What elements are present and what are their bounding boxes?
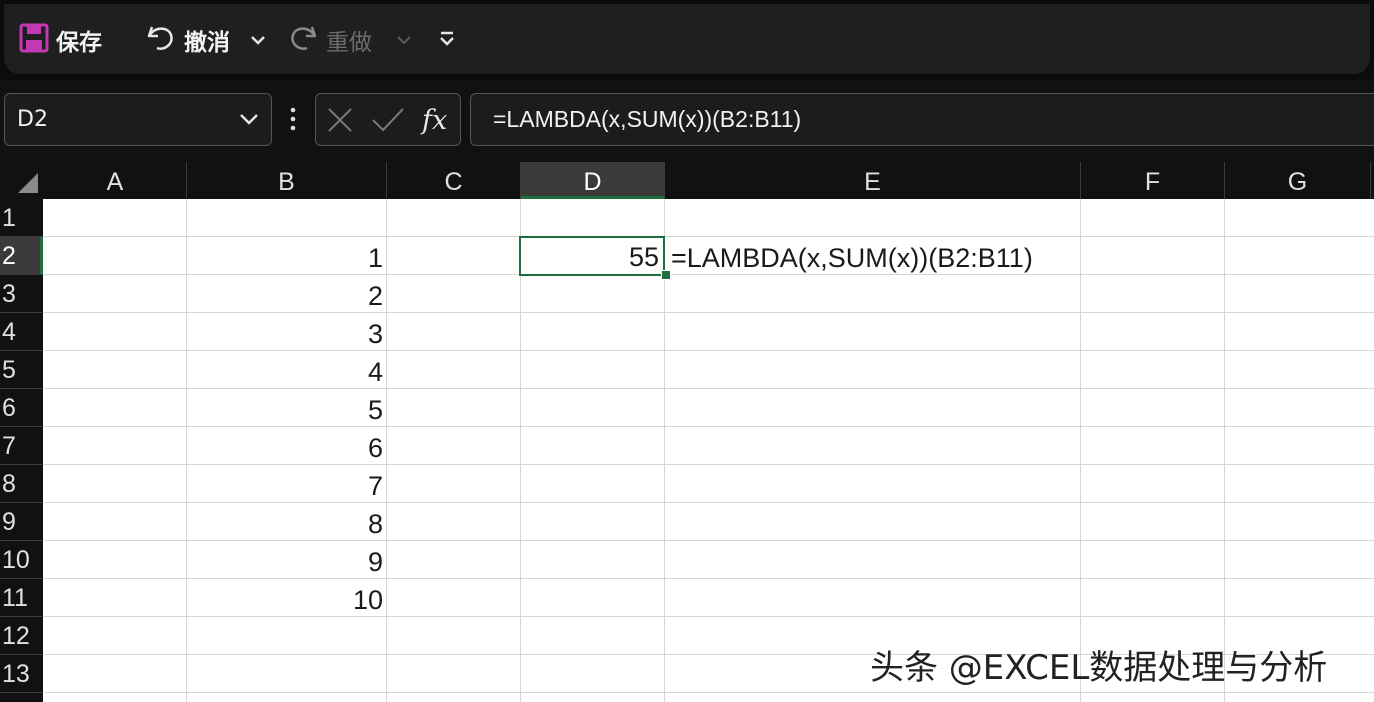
svg-text:fx: fx (420, 105, 447, 136)
save-button[interactable]: 保存 (18, 18, 102, 62)
fill-handle[interactable] (661, 270, 671, 280)
redo-dropdown[interactable] (396, 18, 412, 62)
cell-b6[interactable]: 5 (243, 391, 383, 429)
redo-label: 重做 (326, 30, 372, 56)
cell-e2[interactable]: =LAMBDA(x,SUM(x))(B2:B11) (671, 239, 1033, 277)
undo-label: 撤消 (184, 30, 230, 56)
select-all-corner[interactable] (0, 162, 44, 199)
save-label: 保存 (56, 30, 102, 56)
cell-d2-value: 55 (628, 242, 659, 272)
cell-b8[interactable]: 7 (243, 467, 383, 505)
cell-b11[interactable]: 10 (243, 581, 383, 619)
chevron-down-icon (250, 30, 266, 51)
column-header-a[interactable]: A (44, 162, 187, 199)
undo-dropdown[interactable] (250, 18, 266, 62)
column-header-f[interactable]: F (1081, 162, 1225, 199)
cell-b9[interactable]: 8 (243, 505, 383, 543)
formula-bar-row: D2 fx =LAMBDA(x,SUM(x))(B2:B11) (0, 80, 1374, 160)
cell-b3[interactable]: 2 (243, 277, 383, 315)
quick-access-toolbar: 保存 撤消 重做 (0, 0, 1374, 80)
redo-icon (286, 21, 320, 59)
row-header-11[interactable]: 11 (0, 579, 43, 617)
active-cell-d2[interactable]: 55 (519, 236, 665, 276)
cell-b4[interactable]: 3 (243, 315, 383, 353)
row-header-9[interactable]: 9 (0, 503, 43, 541)
formula-actions: fx (315, 93, 461, 146)
customize-toolbar-button[interactable] (438, 18, 456, 62)
column-header-b[interactable]: B (187, 162, 387, 199)
column-header-c[interactable]: C (387, 162, 521, 199)
enter-icon[interactable] (371, 106, 405, 138)
chevron-down-icon (396, 30, 412, 51)
undo-button[interactable]: 撤消 (144, 18, 230, 62)
cell-b7[interactable]: 6 (243, 429, 383, 467)
row-header-8[interactable]: 8 (0, 465, 43, 503)
row-header-2[interactable]: 2 (0, 237, 43, 275)
cell-b5[interactable]: 4 (243, 353, 383, 391)
row-header-13[interactable]: 13 (0, 655, 43, 693)
row-header-12[interactable]: 12 (0, 617, 43, 655)
column-header-e[interactable]: E (665, 162, 1081, 199)
redo-button[interactable]: 重做 (286, 18, 372, 62)
column-headers: A B C D E F G (44, 162, 1374, 199)
more-options-icon[interactable] (287, 106, 299, 136)
quick-access-bar: 保存 撤消 重做 (4, 4, 1370, 74)
row-header-4[interactable]: 4 (0, 313, 43, 351)
column-header-d[interactable]: D (521, 162, 665, 199)
row-header-5[interactable]: 5 (0, 351, 43, 389)
row-headers: 1 2 3 4 5 6 7 8 9 10 11 12 13 (0, 199, 43, 702)
column-header-g[interactable]: G (1225, 162, 1371, 199)
cancel-icon[interactable] (326, 106, 354, 138)
insert-function-icon[interactable]: fx (420, 102, 456, 142)
cell-b2[interactable]: 1 (243, 239, 383, 277)
formula-text: =LAMBDA(x,SUM(x))(B2:B11) (493, 106, 802, 132)
name-box-value: D2 (17, 107, 48, 132)
row-header-7[interactable]: 7 (0, 427, 43, 465)
row-header-10[interactable]: 10 (0, 541, 43, 579)
select-all-icon (18, 173, 38, 193)
name-box[interactable]: D2 (4, 93, 272, 146)
watermark-text: 头条 @EXCEL数据处理与分析 (870, 648, 1328, 688)
row-header-1[interactable]: 1 (0, 199, 43, 237)
row-header-3[interactable]: 3 (0, 275, 43, 313)
cell-b10[interactable]: 9 (243, 543, 383, 581)
undo-icon (144, 21, 178, 59)
chevron-down-icon[interactable] (239, 111, 259, 130)
save-icon (18, 22, 50, 58)
customize-icon (438, 28, 456, 52)
formula-input[interactable]: =LAMBDA(x,SUM(x))(B2:B11) (470, 93, 1374, 146)
row-header-6[interactable]: 6 (0, 389, 43, 427)
